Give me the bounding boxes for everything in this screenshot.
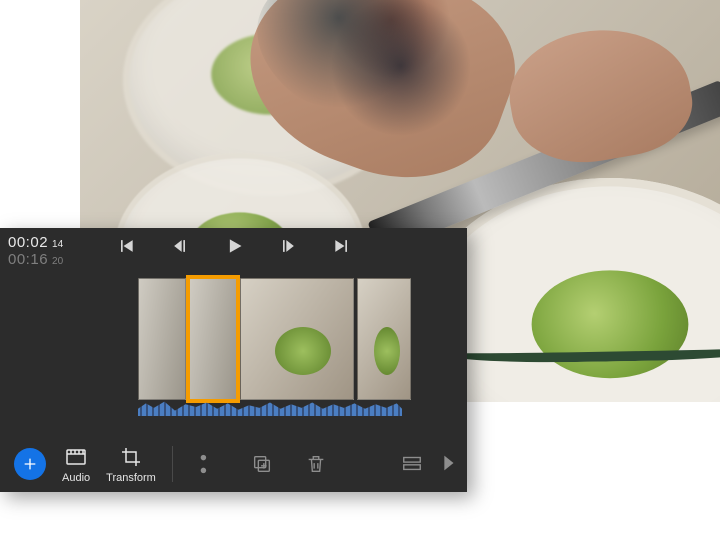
duplicate-icon — [251, 453, 273, 475]
play-button[interactable] — [222, 234, 246, 258]
step-back-button[interactable] — [168, 234, 192, 258]
step-forward-button[interactable] — [276, 234, 300, 258]
trash-icon — [305, 453, 327, 475]
audio-tool[interactable]: Audio — [62, 444, 90, 484]
more-button[interactable] — [435, 450, 461, 476]
delete-button[interactable] — [303, 451, 329, 477]
play-icon — [224, 236, 244, 256]
toolbar-right — [399, 450, 461, 476]
skip-start-icon — [116, 236, 136, 256]
audio-label: Audio — [62, 472, 90, 484]
transform-icon — [118, 444, 144, 470]
toolbar-divider — [172, 446, 173, 482]
plus-icon — [22, 456, 38, 472]
toolbar-utilities — [195, 451, 329, 477]
frame-forward-icon — [278, 236, 298, 256]
frame-back-icon — [170, 236, 190, 256]
editor-toolbar: Audio Transform — [0, 436, 467, 492]
cut-button[interactable] — [195, 451, 221, 477]
audio-icon — [63, 444, 89, 470]
chevron-right-icon — [437, 452, 459, 474]
scissors-icon — [197, 453, 219, 475]
go-to-start-button[interactable] — [114, 234, 138, 258]
greens — [532, 270, 689, 378]
transform-tool[interactable]: Transform — [106, 444, 156, 484]
go-to-end-button[interactable] — [330, 234, 354, 258]
duplicate-button[interactable] — [249, 451, 275, 477]
transport-controls — [0, 234, 467, 258]
skip-end-icon — [332, 236, 352, 256]
timeline-clip-selected[interactable] — [189, 278, 237, 400]
insert-gap-button[interactable] — [399, 450, 425, 476]
insert-gap-icon — [401, 452, 423, 474]
video-editor-panel: 00:02 14 00:16 20 — [0, 228, 467, 492]
timeline[interactable] — [0, 278, 467, 423]
add-button[interactable] — [14, 448, 46, 480]
timeline-clip[interactable] — [357, 278, 411, 400]
hand — [500, 15, 700, 174]
transform-label: Transform — [106, 472, 156, 484]
timeline-clip[interactable] — [138, 278, 186, 400]
timeline-clip[interactable] — [240, 278, 354, 400]
app-stage: 00:02 14 00:16 20 — [0, 0, 720, 540]
